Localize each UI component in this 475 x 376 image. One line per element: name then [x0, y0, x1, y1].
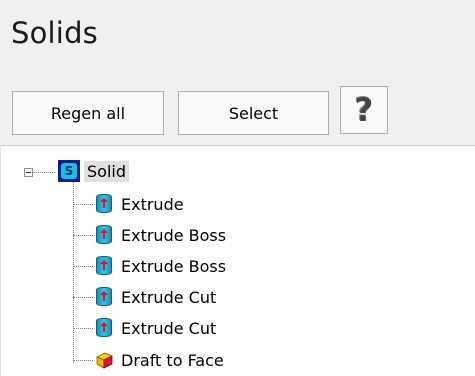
- panel-title: Solids: [11, 16, 98, 50]
- draft-feature-icon: [94, 349, 114, 371]
- extrude-feature-icon: [94, 255, 114, 277]
- extrude-feature-icon: [94, 224, 114, 246]
- tree-node-feature[interactable]: Extrude Cut: [94, 285, 216, 309]
- extrude-feature-icon: [94, 286, 114, 308]
- tree-connector: [73, 266, 93, 267]
- tree-node-feature[interactable]: Extrude: [94, 192, 184, 216]
- feature-tree[interactable]: S Solid Extrude Extrude Boss Extrude Bos…: [0, 145, 475, 376]
- tree-connector: [73, 204, 93, 205]
- extrude-feature-icon: [94, 193, 114, 215]
- tree-connector: [73, 328, 93, 329]
- help-icon: ?: [354, 91, 374, 129]
- tree-node-feature[interactable]: Extrude Boss: [94, 254, 226, 278]
- tree-node-label: Extrude Cut: [121, 287, 217, 307]
- extrude-feature-icon: [94, 317, 114, 339]
- solid-body-icon: S: [58, 160, 80, 182]
- regen-all-button[interactable]: Regen all: [12, 91, 164, 135]
- collapse-toggle[interactable]: [24, 168, 33, 177]
- tree-node-feature[interactable]: Extrude Boss: [94, 223, 226, 247]
- tree-node-label: Extrude Boss: [121, 256, 227, 276]
- tree-connector: [73, 180, 74, 363]
- tree-node-label: Solid: [84, 160, 129, 182]
- select-button[interactable]: Select: [178, 91, 329, 135]
- tree-node-label: Draft to Face: [121, 350, 224, 370]
- tree-node-label: Extrude Boss: [121, 225, 227, 245]
- tree-node-label: Extrude Cut: [121, 318, 217, 338]
- tree-connector: [73, 235, 93, 236]
- help-button[interactable]: ?: [340, 86, 388, 134]
- tree-connector: [73, 360, 93, 361]
- tree-node-label: Extrude: [121, 194, 184, 214]
- tree-node-feature[interactable]: Draft to Face: [94, 348, 224, 372]
- tree-connector: [33, 172, 55, 173]
- tree-node-root[interactable]: S Solid: [58, 159, 129, 183]
- tree-connector: [73, 297, 93, 298]
- tree-node-feature[interactable]: Extrude Cut: [94, 316, 216, 340]
